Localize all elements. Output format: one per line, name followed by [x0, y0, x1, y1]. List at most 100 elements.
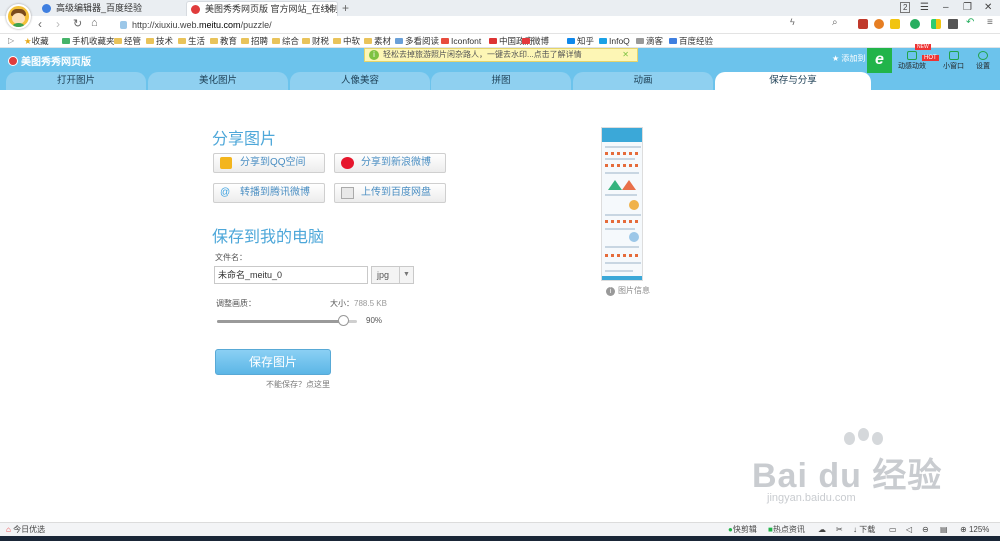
watermark-brand: Bai du 经验 [752, 457, 943, 495]
add-favorite-link[interactable]: ★ 添加到 [832, 53, 865, 64]
bookmarks-bar: ▷ ★收藏 手机收藏夹 经管 技术 生活 教育 招聘 综合 财税 中软 素材 多… [0, 34, 1000, 48]
scissors-icon[interactable]: ✂ [836, 523, 843, 536]
bookmark-item[interactable]: 生活 [178, 34, 205, 48]
url-prefix: http://xiuxiu.web. [132, 20, 200, 30]
tab-beautify[interactable]: 美化图片 [148, 72, 288, 90]
close-notice-icon[interactable]: ✕ [622, 49, 629, 61]
bookmarks-toggle-icon[interactable]: ▷ [8, 34, 14, 48]
bookmark-item[interactable]: ★收藏 [24, 34, 49, 48]
tab-title: 美图秀秀网页版 官方网站_在线制作 [205, 4, 338, 14]
layout-icon[interactable]: ▤ [940, 523, 948, 536]
browser-tab-strip: 高级编辑器_百度经验 美图秀秀网页版 官方网站_在线制作 ✕ + 2 ☰ – ❐… [0, 0, 1000, 16]
button-label: 分享到新浪微博 [361, 157, 431, 168]
bookmark-item[interactable]: InfoQ [599, 34, 630, 48]
download-button[interactable]: ↓ 下载 [853, 523, 875, 536]
tab-save-share[interactable]: 保存与分享 [715, 72, 871, 90]
close-tab-icon[interactable]: ✕ [325, 2, 333, 16]
tab-collage[interactable]: 拼图 [431, 72, 571, 90]
bookmark-item[interactable]: 财税 [302, 34, 329, 48]
meitu-main-tabs: 打开图片 美化图片 人像美容 拼图 动画 保存与分享 [0, 72, 1000, 90]
notice-text: 轻松去掉旅游照片闲杂路人，一键去水印...点击了解详情 [383, 50, 582, 59]
image-info-link[interactable]: i 图片信息 [606, 285, 650, 296]
extension-green-icon[interactable] [910, 19, 920, 29]
zoom-out-icon[interactable]: ⊖ [922, 523, 929, 536]
tab-count-badge[interactable]: 2 [900, 2, 911, 13]
tab-open-image[interactable]: 打开图片 [6, 72, 146, 90]
cloud-disk-icon [341, 187, 354, 199]
bookmark-item[interactable]: 微博 [522, 34, 549, 48]
bookmark-item[interactable]: 素材 [364, 34, 391, 48]
extension-dark-icon[interactable] [948, 19, 958, 29]
home-icon[interactable]: ⌂ [91, 17, 98, 29]
bookmark-item[interactable]: 技术 [146, 34, 173, 48]
bookmark-item[interactable]: Iconfont [441, 34, 481, 48]
quality-value: 90% [366, 316, 383, 325]
settings-button[interactable]: 设置 [976, 51, 990, 71]
quality-slider-handle[interactable] [338, 315, 349, 326]
cant-save-link[interactable]: 不能保存？点这里 [266, 379, 330, 390]
new-tab-button[interactable]: + [342, 1, 349, 15]
notice-banner[interactable]: i 轻松去掉旅游照片闲杂路人，一键去水印...点击了解详情 ✕ [364, 48, 638, 62]
share-weibo-button[interactable]: 分享到新浪微博 [334, 153, 446, 173]
bookmark-item[interactable]: 滴客 [636, 34, 663, 48]
bookmark-item[interactable]: 中软 [333, 34, 360, 48]
quick-clip-button[interactable]: ●快剪辑 [728, 523, 757, 536]
filename-input[interactable]: 未命名_meitu_0 [214, 266, 368, 284]
user-avatar[interactable] [6, 4, 31, 29]
image-thumbnail[interactable] [601, 127, 643, 281]
speaker-icon[interactable]: ◁ [906, 523, 912, 536]
save-image-button[interactable]: 保存图片 [215, 349, 331, 375]
bookmark-item[interactable]: 综合 [272, 34, 299, 48]
tab-portrait[interactable]: 人像美容 [290, 72, 430, 90]
bookmark-item[interactable]: 经管 [114, 34, 141, 48]
browser-tab-meitu[interactable]: 美图秀秀网页版 官方网站_在线制作 ✕ [186, 1, 338, 16]
tab-animation[interactable]: 动画 [573, 72, 713, 90]
extension-red-icon[interactable] [858, 19, 868, 29]
close-window-icon[interactable]: ✕ [984, 2, 992, 13]
meitu-logo[interactable]: 美图秀秀网页版 [8, 53, 91, 68]
forward-icon[interactable]: › [56, 17, 60, 31]
e-badge-icon[interactable]: e [867, 48, 892, 73]
bookmark-item[interactable]: 知乎 [567, 34, 594, 48]
dynamic-effects-button[interactable]: 动感动效 [898, 51, 926, 71]
browser-tab-baidu[interactable]: 高级编辑器_百度经验 [38, 1, 184, 16]
bookmark-item[interactable]: 招聘 [241, 34, 268, 48]
os-taskbar [0, 536, 1000, 541]
small-window-button[interactable]: 小窗口 [943, 51, 964, 71]
share-qzone-button[interactable]: 分享到QQ空间 [213, 153, 325, 173]
star-icon: ★ [24, 36, 32, 46]
menu-icon[interactable]: ☰ [920, 2, 929, 13]
url-input[interactable]: http://xiuxiu.web.meitu.com/puzzle/ [118, 18, 678, 32]
main-content: 分享图片 分享到QQ空间 分享到新浪微博 @ 转播到腾讯微博 上传到百度网盘 保… [0, 90, 1000, 522]
undo-icon[interactable]: ↶ [966, 17, 974, 28]
back-icon[interactable]: ‹ [38, 17, 42, 31]
extension-orange-icon[interactable] [874, 19, 884, 29]
logo-text: 美图秀秀网页版 [21, 57, 91, 68]
extension-shield-icon[interactable] [890, 19, 900, 29]
share-tencent-weibo-button[interactable]: @ 转播到腾讯微博 [213, 183, 325, 203]
zoom-indicator[interactable]: ⊕ 125% [960, 523, 989, 536]
format-select[interactable]: jpg ▼ [371, 266, 414, 284]
more-menu-icon[interactable]: ≡ [987, 17, 993, 28]
bookmark-item[interactable]: 百度经验 [669, 34, 713, 48]
upload-baidu-pan-button[interactable]: 上传到百度网盘 [334, 183, 446, 203]
gear-icon [978, 51, 988, 60]
new-badge: NEW [915, 44, 931, 50]
reload-icon[interactable]: ↻ [73, 17, 82, 30]
bookmark-item[interactable]: 多看阅读 [395, 34, 439, 48]
baidu-watermark: Bai du 经验 jingyan.baidu.com [752, 428, 952, 512]
cloud-icon[interactable]: ☁ [818, 523, 826, 536]
quality-slider[interactable] [217, 315, 357, 326]
size-value: 788.5 KB [354, 299, 387, 308]
search-icon[interactable]: ⌕ [832, 17, 838, 28]
bookmark-item[interactable]: 教育 [210, 34, 237, 48]
hot-news-button[interactable]: ■热点资讯 [768, 523, 805, 536]
bookmark-item[interactable]: 手机收藏夹 [62, 34, 115, 48]
minimize-icon[interactable]: – [943, 2, 949, 13]
browser-status-bar: ⌂ 今日优选 ●快剪辑 ■热点资讯 ☁ ✂ ↓ 下载 ▭ ◁ ⊖ ▤ ⊕ 125… [0, 522, 1000, 536]
today-picks[interactable]: ⌂ 今日优选 [6, 523, 45, 536]
window-icon[interactable]: ▭ [889, 523, 897, 536]
restore-icon[interactable]: ❐ [963, 2, 972, 13]
bolt-icon[interactable]: ϟ [790, 17, 795, 27]
apps-grid-icon[interactable] [931, 19, 941, 29]
